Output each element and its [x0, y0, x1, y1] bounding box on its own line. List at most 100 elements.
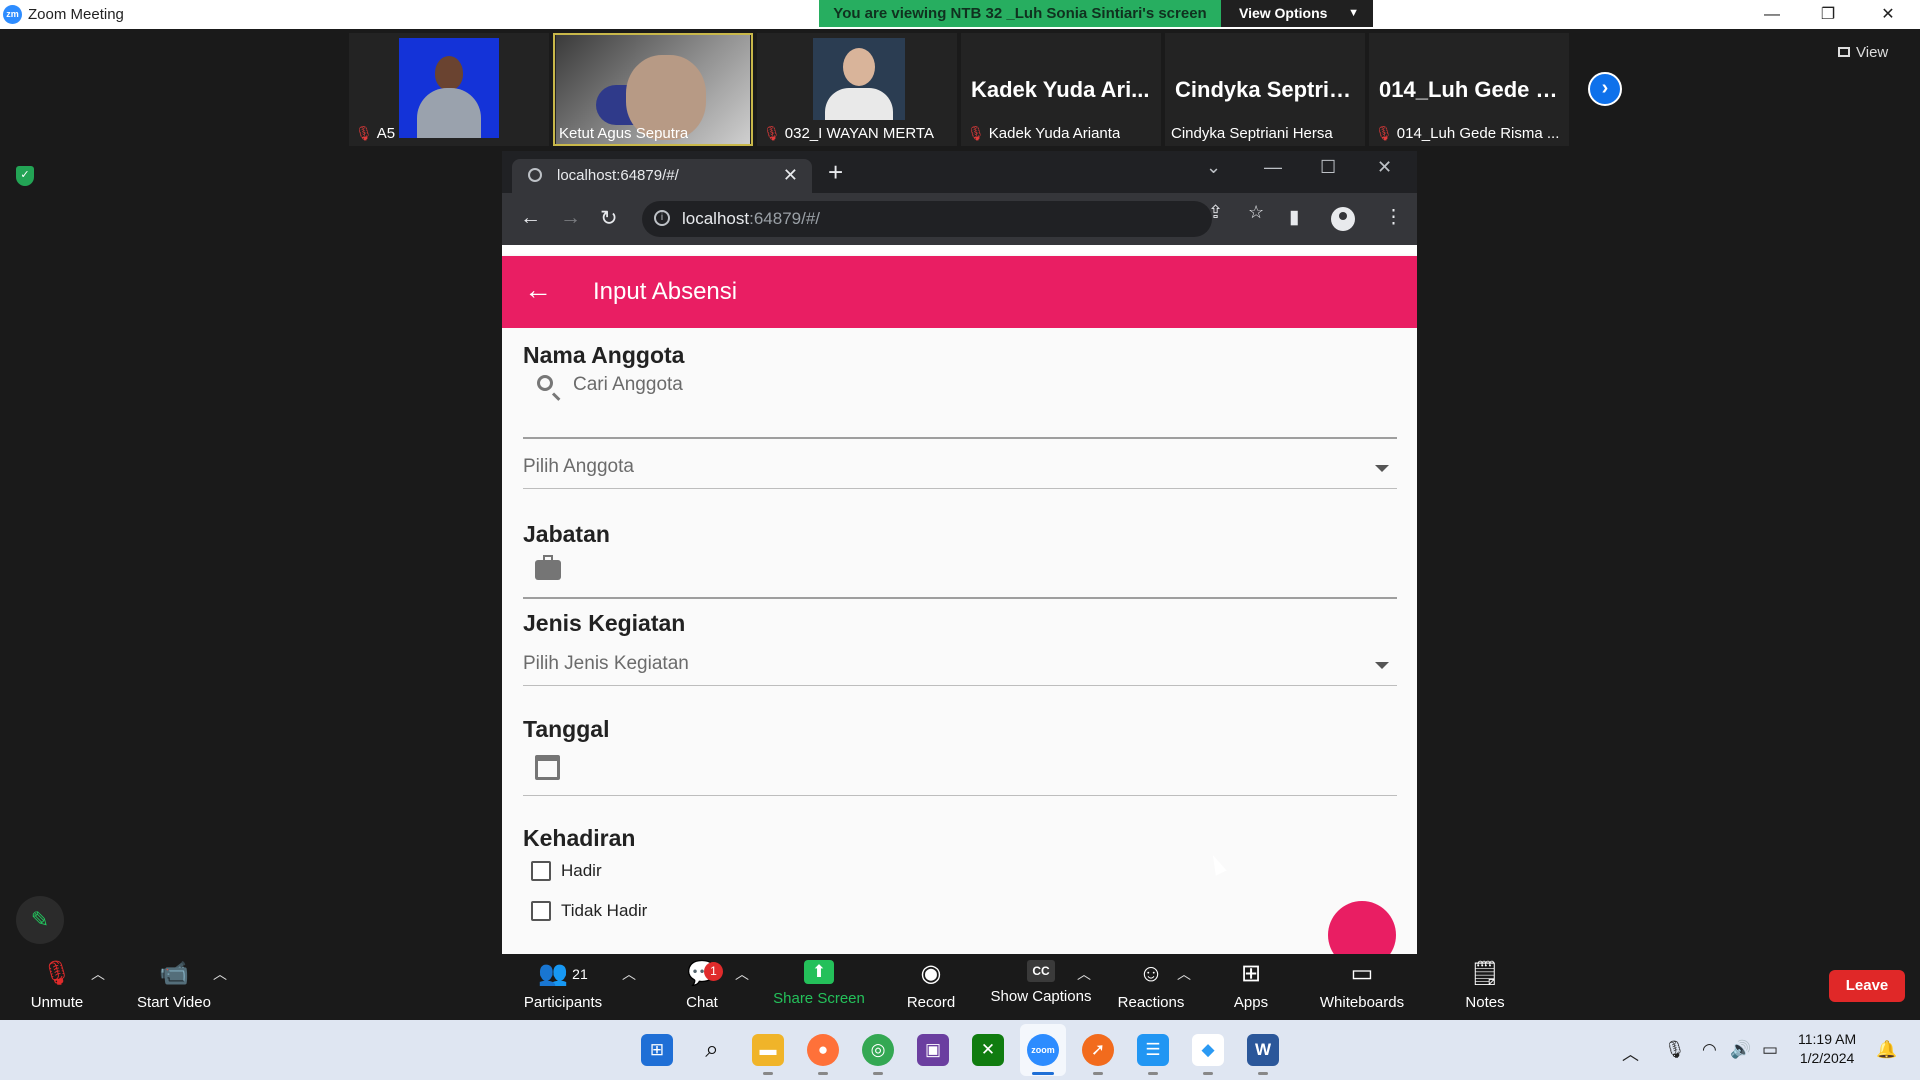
participant-tile[interactable]: Ketut Agus Seputra [553, 33, 753, 146]
participants-caret-icon[interactable]: ︿ [622, 964, 636, 984]
participant-name: Ketut Agus Seputra [559, 125, 689, 142]
start-video-button[interactable]: 📹 Start Video [134, 960, 214, 1011]
whiteboards-button[interactable]: ▭ Whiteboards [1317, 960, 1407, 1011]
chat-caret-icon[interactable]: ︿ [735, 964, 749, 984]
record-button[interactable]: ◉ Record [904, 960, 958, 1011]
notepad-icon[interactable]: ☰ [1137, 1034, 1169, 1066]
minimize-button[interactable]: — [1744, 0, 1800, 29]
video-off-icon: 📹 [159, 960, 189, 987]
reactions-caret-icon[interactable]: ︿ [1177, 964, 1191, 984]
search-icon[interactable]: ⌕ [696, 1034, 728, 1066]
new-tab-button[interactable]: + [828, 157, 843, 188]
xbox-icon[interactable]: ✕ [972, 1034, 1004, 1066]
gallery-next-button[interactable]: › [1588, 72, 1622, 106]
participant-tile[interactable]: Kadek Yuda Ari... 🎙 Kadek Yuda Arianta [961, 33, 1161, 146]
leave-button[interactable]: Leave [1829, 970, 1905, 1002]
microphone-icon[interactable]: 🎙 [1664, 1040, 1686, 1060]
media-player-icon[interactable]: ▣ [917, 1034, 949, 1066]
muted-mic-icon: 🎙 [41, 960, 73, 987]
chrome-icon[interactable]: ◎ [862, 1034, 894, 1066]
participant-name: Cindyka Septriani Hersa [1171, 125, 1333, 142]
apps-button[interactable]: ⊞ Apps [1233, 960, 1269, 1011]
tab-close-icon[interactable]: ✕ [783, 165, 798, 186]
window-title: Zoom Meeting [28, 6, 124, 23]
reload-icon[interactable]: ↻ [600, 206, 618, 231]
tidak-hadir-option[interactable]: Tidak Hadir [531, 901, 647, 921]
participant-tile[interactable]: 014_Luh Gede R... 🎙 014_Luh Gede Risma ..… [1369, 33, 1569, 146]
chat-button[interactable]: 💬 1 Chat [681, 960, 723, 1011]
browser-maximize-button[interactable]: ☐ [1320, 157, 1336, 178]
mic-muted-icon: 🎙 [967, 125, 985, 141]
dropdown-arrow-icon[interactable] [1375, 465, 1389, 472]
notes-button[interactable]: 🗒 Notes [1463, 960, 1507, 1011]
jabatan-field[interactable] [523, 597, 1397, 599]
unmute-button[interactable]: 🎙 Unmute [26, 960, 88, 1011]
date-field[interactable] [523, 795, 1397, 796]
bookmark-star-icon[interactable]: ☆ [1248, 202, 1264, 223]
participants-label: Participants [523, 994, 603, 1011]
share-screen-icon: ⬆ [804, 960, 834, 984]
record-label: Record [906, 994, 956, 1011]
wifi-icon[interactable]: ◠ [1702, 1040, 1717, 1060]
participants-button[interactable]: 👥 21 Participants [520, 960, 606, 1011]
annotate-pen-icon[interactable]: ✎ [16, 896, 64, 944]
notification-bell-icon[interactable]: 🔔 [1876, 1040, 1897, 1060]
address-bar[interactable]: i localhost:64879/#/ [642, 201, 1212, 237]
participant-tile[interactable]: Cindyka Septria... Cindyka Septriani Her… [1165, 33, 1365, 146]
browser-tab[interactable]: localhost:64879/#/ ✕ [512, 159, 812, 193]
member-dropdown[interactable]: Pilih Anggota [523, 456, 634, 478]
word-icon[interactable]: W [1247, 1034, 1279, 1066]
view-options-button[interactable]: View Options ▼ [1221, 0, 1373, 27]
chevron-up-icon[interactable]: ︿ [1622, 1040, 1639, 1065]
browser-minimize-button[interactable]: — [1264, 157, 1282, 178]
site-info-icon[interactable]: i [654, 210, 670, 226]
video-options-caret-icon[interactable]: ︿ [213, 964, 227, 984]
tab-search-icon[interactable]: ⌄ [1206, 157, 1221, 178]
system-clock[interactable]: 11:19 AM 1/2/2024 [1798, 1030, 1856, 1068]
speaker-icon[interactable]: 🔊 [1730, 1040, 1751, 1060]
tidak-hadir-checkbox[interactable] [531, 901, 551, 921]
zoom-taskbar-icon[interactable]: zoom [1027, 1034, 1059, 1066]
hadir-label: Hadir [561, 861, 602, 880]
back-arrow-icon[interactable]: ← [520, 206, 541, 230]
dropdown-arrow-icon[interactable] [1375, 662, 1389, 669]
view-button[interactable]: View [1838, 44, 1888, 61]
flutter-icon[interactable]: ◆ [1192, 1034, 1224, 1066]
back-arrow-icon[interactable]: ← [524, 274, 552, 306]
mic-muted-icon: 🎙 [1375, 125, 1393, 141]
share-page-icon[interactable]: ⇪ [1208, 202, 1223, 223]
notes-icon: 🗒 [1469, 960, 1501, 987]
file-explorer-icon[interactable]: ▬ [752, 1034, 784, 1066]
tab-title: localhost:64879/#/ [557, 167, 679, 184]
calendar-icon[interactable] [535, 755, 560, 780]
briefcase-icon [535, 555, 561, 580]
apps-label: Apps [1233, 994, 1269, 1011]
close-button[interactable]: ✕ [1860, 0, 1916, 29]
share-screen-button[interactable]: ⬆ Share Screen [773, 960, 865, 1007]
tanggal-label: Tanggal [523, 716, 610, 742]
swift-playground-icon[interactable]: ➚ [1082, 1034, 1114, 1066]
attendance-form: Nama Anggota Cari Anggota Pilih Anggota … [502, 328, 1417, 954]
battery-icon[interactable]: ▭ [1762, 1040, 1778, 1060]
side-panel-icon[interactable]: ▮ [1289, 206, 1299, 229]
activity-type-dropdown[interactable]: Pilih Jenis Kegiatan [523, 653, 689, 675]
restore-button[interactable]: ❐ [1800, 0, 1856, 29]
participant-tile[interactable]: 🎙 A5 [349, 33, 549, 146]
profile-avatar-icon[interactable] [1331, 207, 1355, 231]
security-shield-icon[interactable]: ✓ [16, 166, 34, 186]
browser-close-button[interactable]: ✕ [1377, 157, 1392, 178]
search-input[interactable]: Cari Anggota [573, 374, 683, 396]
show-captions-label: Show Captions [990, 988, 1092, 1005]
participant-tile[interactable]: 🎙 032_I WAYAN MERTA [757, 33, 957, 146]
globe-icon [528, 168, 542, 182]
windows-start-icon[interactable]: ⊞ [641, 1034, 673, 1066]
hadir-option[interactable]: Hadir [531, 861, 602, 881]
reactions-button[interactable]: ☺ Reactions [1116, 960, 1186, 1011]
search-underline [523, 437, 1397, 439]
hadir-checkbox[interactable] [531, 861, 551, 881]
firefox-icon[interactable]: ● [807, 1034, 839, 1066]
captions-caret-icon[interactable]: ︿ [1077, 964, 1091, 984]
audio-options-caret-icon[interactable]: ︿ [91, 964, 105, 984]
forward-arrow-icon[interactable]: → [560, 206, 581, 230]
browser-menu-icon[interactable]: ⋮ [1384, 206, 1403, 229]
